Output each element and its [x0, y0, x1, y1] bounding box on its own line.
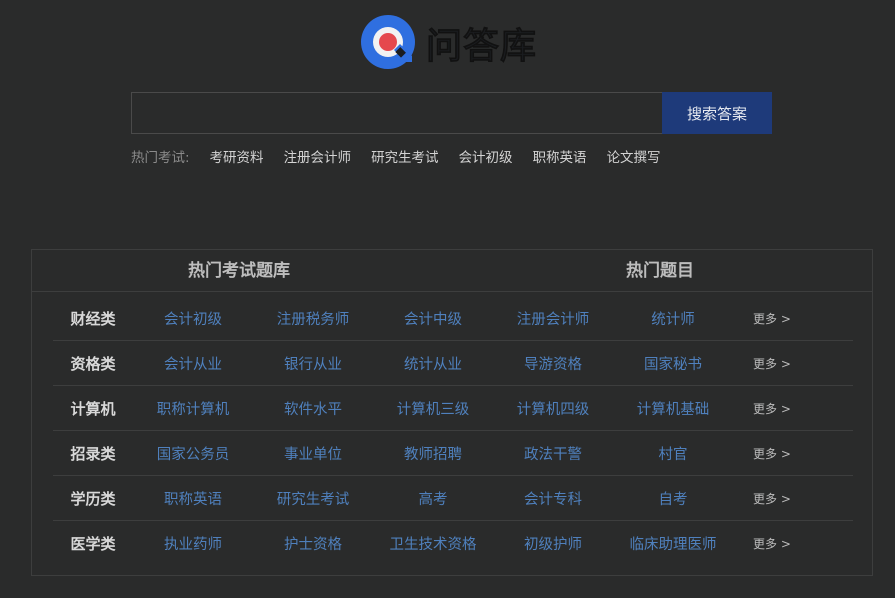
exam-link[interactable]: 初级护师 — [493, 533, 613, 554]
exam-link[interactable]: 会计专科 — [493, 488, 613, 509]
more-link[interactable]: 更多 > — [753, 490, 791, 507]
exam-link[interactable]: 计算机三级 — [373, 398, 493, 419]
hot-questions-title[interactable]: 热门题目 — [626, 250, 694, 292]
exam-link[interactable]: 软件水平 — [253, 398, 373, 419]
category-row: 资格类 会计从业 银行从业 统计从业 导游资格 国家秘书 更多 > — [53, 341, 853, 386]
exam-link[interactable]: 执业药师 — [133, 533, 253, 554]
hot-exam-link[interactable]: 职称英语 — [533, 146, 587, 166]
exam-link[interactable]: 会计中级 — [373, 308, 493, 329]
exam-link[interactable]: 职称英语 — [133, 488, 253, 509]
exam-link[interactable]: 事业单位 — [253, 443, 373, 464]
logo-text: 问答库 — [426, 26, 538, 68]
category-row: 财经类 会计初级 注册税务师 会计中级 注册会计师 统计师 更多 > — [53, 296, 853, 341]
category-row: 医学类 执业药师 护士资格 卫生技术资格 初级护师 临床助理医师 更多 > — [53, 521, 853, 566]
hot-exams-bar: 热门考试: 考研资料 注册会计师 研究生考试 会计初级 职称英语 论文撰写 — [131, 146, 681, 166]
site-logo[interactable]: 问答库 — [360, 14, 537, 72]
hot-exam-link[interactable]: 注册会计师 — [284, 146, 352, 166]
category-row: 计算机 职称计算机 软件水平 计算机三级 计算机四级 计算机基础 更多 > — [53, 386, 853, 431]
category-list: 财经类 会计初级 注册税务师 会计中级 注册会计师 统计师 更多 > 资格类 会计从业 银行从业统… — [53, 296, 853, 566]
exam-link[interactable]: 统计师 — [613, 308, 733, 329]
search-bar: 搜索答案 — [131, 92, 772, 134]
category-label: 财经类 — [70, 309, 116, 328]
exam-link[interactable]: 高考 — [373, 488, 493, 509]
more-link[interactable]: 更多 > — [753, 355, 791, 372]
more-link[interactable]: 更多 > — [753, 445, 791, 462]
category-label: 计算机 — [70, 399, 116, 418]
exam-link[interactable]: 注册会计师 — [493, 308, 613, 329]
category-label: 医学类 — [70, 535, 116, 553]
exam-link[interactable]: 职称计算机 — [133, 398, 253, 419]
exam-link[interactable]: 卫生技术资格 — [373, 533, 493, 554]
exam-link[interactable]: 计算机基础 — [613, 398, 733, 419]
hot-exams-label: 热门考试: — [131, 150, 190, 166]
more-link[interactable]: 更多 > — [753, 535, 791, 552]
more-link[interactable]: 更多 > — [753, 400, 791, 417]
exam-link[interactable]: 教师招聘 — [373, 443, 493, 464]
exam-link[interactable]: 计算机四级 — [493, 398, 613, 419]
q-logo-icon — [361, 15, 415, 69]
category-row: 招录类 国家公务员 事业单位 教师招聘 政法干警 村官 更多 > — [53, 431, 853, 476]
exam-link[interactable]: 会计初级 — [133, 308, 253, 329]
search-button[interactable]: 搜索答案 — [662, 92, 772, 134]
hot-exam-link[interactable]: 考研资料 — [210, 146, 264, 166]
exam-link[interactable]: 自考 — [613, 488, 733, 509]
more-link[interactable]: 更多 > — [753, 310, 791, 327]
exam-link[interactable]: 护士资格 — [253, 533, 373, 554]
search-input[interactable] — [131, 92, 662, 134]
category-label: 资格类 — [70, 354, 116, 373]
hot-exam-link[interactable]: 论文撰写 — [607, 146, 661, 166]
exam-link[interactable]: 研究生考试 — [253, 488, 373, 509]
hot-exam-link[interactable]: 会计初级 — [459, 146, 513, 166]
hot-exam-link[interactable]: 研究生考试 — [371, 146, 439, 166]
hot-exam-library-title[interactable]: 热门考试题库 — [188, 250, 290, 292]
exam-link[interactable]: 会计从业 — [133, 353, 253, 374]
exam-link[interactable]: 临床助理医师 — [613, 533, 733, 554]
exam-link[interactable]: 国家秘书 — [613, 353, 733, 374]
exam-link[interactable]: 统计从业 — [373, 353, 493, 374]
exam-link[interactable]: 银行从业 — [253, 353, 373, 374]
panel-header: 热门考试题库 热门题目 — [32, 250, 872, 292]
category-label: 招录类 — [70, 444, 116, 463]
exam-link[interactable]: 政法干警 — [493, 443, 613, 464]
category-label: 学历类 — [70, 489, 116, 508]
exam-link[interactable]: 导游资格 — [493, 353, 613, 374]
exam-library-panel: 热门考试题库 热门题目 财经类 会计初级 注册税务师 会计中级 注册会计师 统计师 更多 >… — [31, 249, 873, 576]
exam-link[interactable]: 村官 — [613, 443, 733, 464]
category-row: 学历类 职称英语 研究生考试 高考 会计专科 自考 更多 > — [53, 476, 853, 521]
exam-link[interactable]: 国家公务员 — [133, 443, 253, 464]
exam-link[interactable]: 注册税务师 — [253, 308, 373, 329]
